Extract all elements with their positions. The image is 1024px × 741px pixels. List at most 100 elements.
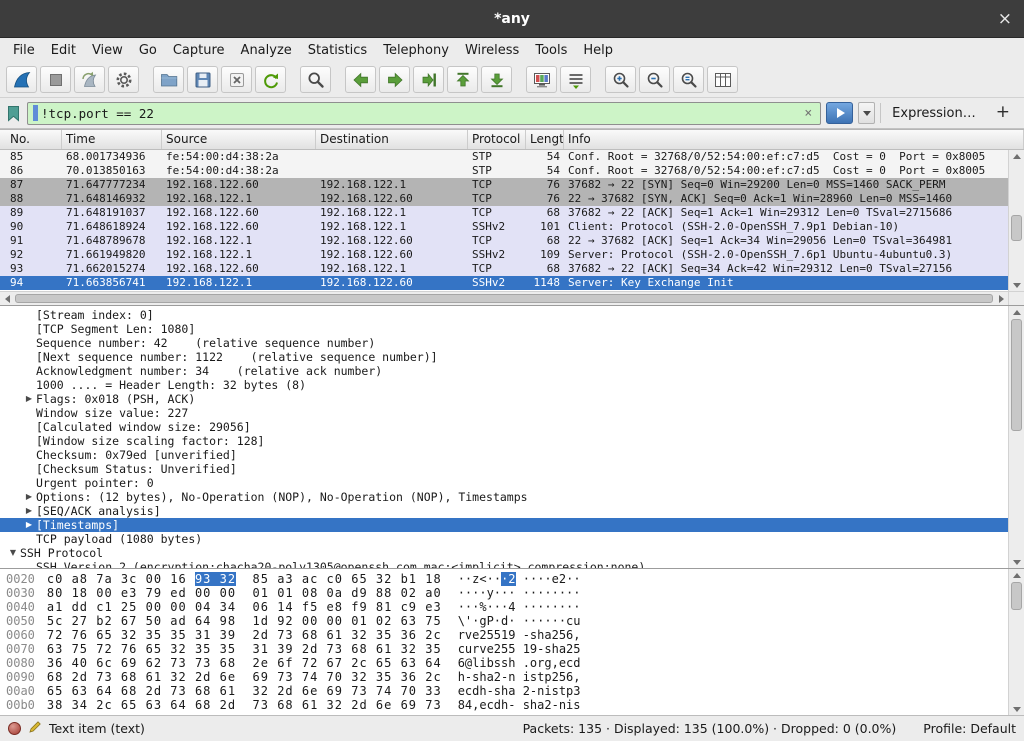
hex-row[interactable]: 00b038 34 2c 65 63 64 68 2d 73 68 61 32 … — [0, 698, 1008, 712]
packet-row[interactable]: 9271.661949820192.168.122.1192.168.122.6… — [0, 248, 1008, 262]
detail-line[interactable]: [Next sequence number: 1122 (relative se… — [0, 350, 1008, 364]
column-header-no[interactable]: No. — [0, 130, 62, 149]
title-bar[interactable]: *any × — [0, 0, 1024, 38]
detail-line[interactable]: SSH Version 2 (encryption:chacha20-poly1… — [0, 560, 1008, 568]
menu-file[interactable]: File — [5, 40, 43, 61]
scrollbar-thumb[interactable] — [15, 294, 993, 303]
scrollbar-thumb[interactable] — [1011, 215, 1022, 241]
menu-capture[interactable]: Capture — [165, 40, 233, 61]
filter-bookmark-icon[interactable] — [5, 105, 22, 122]
go-last-packet-button[interactable] — [481, 66, 512, 93]
close-window-button[interactable]: × — [998, 0, 1012, 38]
detail-line[interactable]: Checksum: 0x79ed [unverified] — [0, 448, 1008, 462]
open-file-button[interactable] — [153, 66, 184, 93]
apply-filter-button[interactable] — [826, 102, 853, 124]
detail-line[interactable]: [Stream index: 0] — [0, 308, 1008, 322]
scrollbar-thumb[interactable] — [1011, 582, 1022, 610]
packet-row[interactable]: 9171.648789678192.168.122.1192.168.122.6… — [0, 234, 1008, 248]
menu-analyze[interactable]: Analyze — [233, 40, 300, 61]
colorize-packets-button[interactable] — [526, 66, 557, 93]
restart-capture-button[interactable] — [74, 66, 105, 93]
menu-go[interactable]: Go — [131, 40, 165, 61]
detail-line[interactable]: ▶Flags: 0x018 (PSH, ACK) — [0, 392, 1008, 406]
close-file-button[interactable] — [221, 66, 252, 93]
status-profile[interactable]: Profile: Default — [923, 721, 1016, 736]
detail-line[interactable]: [Calculated window size: 29056] — [0, 420, 1008, 434]
menu-view[interactable]: View — [84, 40, 131, 61]
start-capture-button[interactable] — [6, 66, 37, 93]
scroll-down-button[interactable] — [1009, 279, 1024, 291]
detail-line[interactable]: ▶[Timestamps] — [0, 518, 1008, 532]
menu-help[interactable]: Help — [575, 40, 621, 61]
scrollbar-thumb[interactable] — [1011, 319, 1022, 431]
packet-row[interactable]: 8971.648191037192.168.122.60192.168.122.… — [0, 206, 1008, 220]
hex-row[interactable]: 0020c0 a8 7a 3c 00 16 93 32 85 a3 ac c0 … — [0, 572, 1008, 586]
packet-row[interactable]: 8670.013850163fe:54:00:d4:38:2aSTP54Conf… — [0, 164, 1008, 178]
detail-line[interactable]: TCP payload (1080 bytes) — [0, 532, 1008, 546]
detail-line[interactable]: [Checksum Status: Unverified] — [0, 462, 1008, 476]
packet-row[interactable]: 8771.647777234192.168.122.60192.168.122.… — [0, 178, 1008, 192]
menu-statistics[interactable]: Statistics — [300, 40, 375, 61]
expand-icon[interactable]: ▶ — [22, 490, 36, 504]
packet-row[interactable]: 8871.648146932192.168.122.1192.168.122.6… — [0, 192, 1008, 206]
expand-icon[interactable]: ▶ — [22, 518, 36, 532]
detail-line[interactable]: Urgent pointer: 0 — [0, 476, 1008, 490]
hex-row[interactable]: 00505c 27 b2 67 50 ad 64 98 1d 92 00 00 … — [0, 614, 1008, 628]
filter-input[interactable]: !tcp.port == 22 × — [27, 102, 821, 125]
column-header-info[interactable]: Info — [564, 130, 1024, 149]
packet-list-vscrollbar[interactable] — [1008, 150, 1024, 291]
column-header-time[interactable]: Time — [62, 130, 162, 149]
expression-button[interactable]: Expression… — [886, 106, 982, 121]
hex-vscrollbar[interactable] — [1008, 569, 1024, 715]
hex-row[interactable]: 00a065 63 64 68 2d 73 68 61 32 2d 6e 69 … — [0, 684, 1008, 698]
go-to-packet-button[interactable] — [413, 66, 444, 93]
scroll-down-button[interactable] — [1009, 703, 1024, 715]
menu-wireless[interactable]: Wireless — [457, 40, 527, 61]
capture-options-button[interactable] — [108, 66, 139, 93]
hex-row[interactable]: 006072 76 65 32 35 35 31 39 2d 73 68 61 … — [0, 628, 1008, 642]
detail-line[interactable]: ▶[SEQ/ACK analysis] — [0, 504, 1008, 518]
go-first-packet-button[interactable] — [447, 66, 478, 93]
column-header-source[interactable]: Source — [162, 130, 316, 149]
details-vscrollbar[interactable] — [1008, 306, 1024, 568]
column-header-protocol[interactable]: Protocol — [468, 130, 526, 149]
detail-line[interactable]: ▶Options: (12 bytes), No-Operation (NOP)… — [0, 490, 1008, 504]
detail-line[interactable]: 1000 .... = Header Length: 32 bytes (8) — [0, 378, 1008, 392]
detail-line[interactable]: [Window size scaling factor: 128] — [0, 434, 1008, 448]
reload-file-button[interactable] — [255, 66, 286, 93]
zoom-out-button[interactable] — [639, 66, 670, 93]
clear-filter-icon[interactable]: × — [801, 106, 815, 121]
hex-row[interactable]: 003080 18 00 e3 79 ed 00 00 01 01 08 0a … — [0, 586, 1008, 600]
packet-row[interactable]: 9471.663856741192.168.122.1192.168.122.6… — [0, 276, 1008, 290]
hex-row[interactable]: 007063 75 72 76 65 32 35 35 31 39 2d 73 … — [0, 642, 1008, 656]
go-back-button[interactable] — [345, 66, 376, 93]
hex-row[interactable]: 009068 2d 73 68 61 32 2d 6e 69 73 74 70 … — [0, 670, 1008, 684]
column-header-length[interactable]: Length — [526, 130, 564, 149]
hex-row[interactable]: 008036 40 6c 69 62 73 73 68 2e 6f 72 67 … — [0, 656, 1008, 670]
packet-row[interactable]: 8568.001734936fe:54:00:d4:38:2aSTP54Conf… — [0, 150, 1008, 164]
auto-scroll-button[interactable] — [560, 66, 591, 93]
scroll-down-button[interactable] — [1009, 556, 1024, 568]
packet-row[interactable]: 9371.662015274192.168.122.60192.168.122.… — [0, 262, 1008, 276]
zoom-in-button[interactable] — [605, 66, 636, 93]
scroll-up-button[interactable] — [1009, 306, 1024, 318]
save-file-button[interactable] — [187, 66, 218, 93]
find-packet-button[interactable] — [300, 66, 331, 93]
filter-dropdown-button[interactable] — [858, 102, 875, 124]
collapse-icon[interactable]: ▼ — [6, 546, 20, 560]
packet-list-hscrollbar[interactable] — [0, 291, 1008, 305]
menu-telephony[interactable]: Telephony — [375, 40, 457, 61]
detail-line[interactable]: Acknowledgment number: 34 (relative ack … — [0, 364, 1008, 378]
column-header-destination[interactable]: Destination — [316, 130, 468, 149]
go-forward-button[interactable] — [379, 66, 410, 93]
resize-columns-button[interactable] — [707, 66, 738, 93]
stop-capture-button[interactable] — [40, 66, 71, 93]
detail-line[interactable]: ▼SSH Protocol — [0, 546, 1008, 560]
detail-line[interactable]: Sequence number: 42 (relative sequence n… — [0, 336, 1008, 350]
add-filter-button[interactable]: + — [987, 102, 1019, 124]
detail-line[interactable]: [TCP Segment Len: 1080] — [0, 322, 1008, 336]
scroll-up-button[interactable] — [1009, 150, 1024, 162]
scroll-up-button[interactable] — [1009, 569, 1024, 581]
capture-comment-icon[interactable] — [28, 720, 42, 737]
detail-line[interactable]: Window size value: 227 — [0, 406, 1008, 420]
